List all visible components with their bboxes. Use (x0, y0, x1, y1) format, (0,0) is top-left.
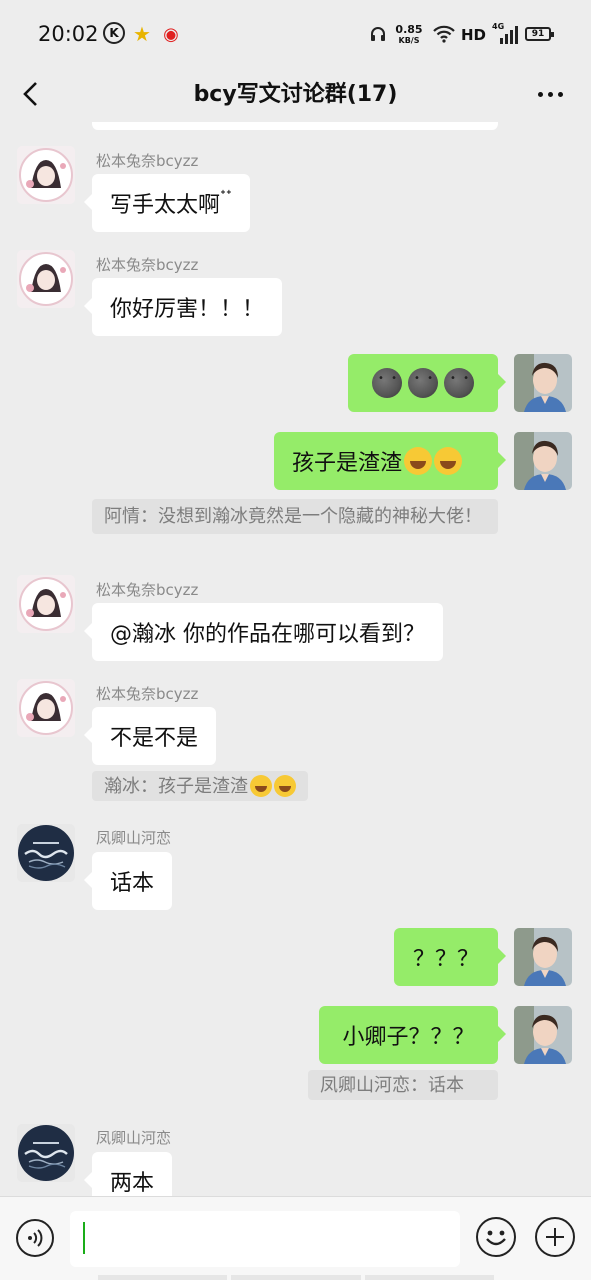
message-bubble[interactable]: 你好厉害！！！ (83, 278, 283, 336)
avatar-songben[interactable] (17, 575, 75, 633)
quoted-message[interactable]: 凤卿山河恋：话本 (308, 1070, 498, 1100)
headset-icon (368, 22, 388, 46)
sender-name: 凤卿山河恋 (96, 1129, 172, 1147)
signal-icon: 4G (492, 22, 518, 44)
previous-message-bubble (92, 122, 498, 130)
avatar-self[interactable] (514, 432, 572, 490)
message-input[interactable] (70, 1211, 460, 1267)
signal-label: 4G (492, 22, 505, 31)
bottom-tabs (98, 1275, 494, 1280)
message-bubble[interactable]: @瀚冰 你的作品在哪可以看到？ (84, 603, 443, 661)
network-speed: 0.85 KB/S (394, 24, 424, 46)
avatar-self[interactable] (514, 928, 572, 986)
message-text: ？？？ (412, 947, 479, 972)
message-bubble-self[interactable] (348, 354, 506, 412)
sender-name: 松本兔奈bcyzz (96, 685, 199, 703)
message-bubble[interactable]: 写手太太啊 ᐩᐩ (84, 174, 250, 232)
more-icon[interactable] (530, 74, 570, 114)
chat-header: bcy写文讨论群(17) (0, 66, 591, 122)
chat-area[interactable]: 松本兔奈bcyzz 写手太太啊ᐩᐩ 松本兔奈bcyzz 你好厉害！！！ 孩子是渣… (0, 122, 591, 1196)
new-moon-face-emoji (408, 368, 438, 398)
smile-icon[interactable] (476, 1217, 516, 1257)
quoted-message[interactable]: 阿情：没想到瀚冰竟然是一个隐藏的神秘大佬！ (92, 499, 498, 534)
message-bubble-self[interactable]: 孩子是渣渣 (274, 432, 506, 490)
message-text: 两本 (110, 1171, 155, 1196)
message-text: 写手太太啊 (110, 193, 221, 218)
message-text: 话本 (110, 871, 155, 896)
message-text: 不是不是 (110, 726, 199, 751)
message-text: @瀚冰 你的作品在哪可以看到？ (110, 622, 425, 647)
hd-indicator: HD (461, 26, 487, 44)
rolling-laughing-emoji (404, 447, 433, 475)
page-title: bcy写文讨论群(17) (193, 82, 398, 107)
avatar-fengqing[interactable] (17, 824, 75, 882)
avatar-songben[interactable] (17, 679, 75, 737)
rolling-laughing-emoji (250, 775, 272, 797)
text-caret (83, 1222, 85, 1254)
message-bubble[interactable]: 两本 (83, 1152, 173, 1196)
new-moon-face-emoji (444, 368, 474, 398)
avatar-songben[interactable] (17, 146, 75, 204)
message-bubble-self[interactable]: 小卿子？？？ (319, 1006, 506, 1064)
battery-icon: 91 (525, 27, 554, 41)
voice-icon[interactable] (16, 1219, 54, 1257)
message-bubble[interactable]: 话本 (83, 852, 173, 910)
weibo-icon: ◉ (163, 23, 179, 45)
message-text: 你好厉害！！！ (110, 297, 265, 322)
quoted-message[interactable]: 瀚冰：孩子是渣渣 (92, 771, 308, 801)
star-icon: ★ (133, 22, 151, 46)
message-bubble[interactable]: 不是不是 (83, 707, 217, 765)
k-icon: K (103, 22, 125, 44)
new-moon-face-emoji (372, 368, 402, 398)
quote-text: 瀚冰：孩子是渣渣 (104, 775, 248, 797)
rolling-laughing-emoji (434, 447, 463, 475)
avatar-self[interactable] (514, 354, 572, 412)
sender-name: 松本兔奈bcyzz (96, 581, 199, 599)
quote-text: 凤卿山河恋：话本 (320, 1074, 464, 1096)
speed-unit: KB/S (398, 36, 420, 45)
rolling-laughing-emoji (274, 775, 296, 797)
plus-icon[interactable] (535, 1217, 575, 1257)
sender-name: 松本兔奈bcyzz (96, 152, 199, 170)
message-text: 小卿子？？？ (342, 1025, 475, 1050)
wifi-icon (432, 22, 456, 46)
input-bar (0, 1196, 591, 1280)
message-text: 孩子是渣渣 (292, 451, 403, 476)
avatar-fengqing[interactable] (17, 1124, 75, 1182)
status-time: 20:02 (38, 22, 99, 46)
avatar-self[interactable] (514, 1006, 572, 1064)
sender-name: 松本兔奈bcyzz (96, 256, 199, 274)
message-bubble-self[interactable]: ？？？ (394, 928, 506, 986)
status-bar: 20:02 K ★ ◉ 0.85 KB/S HD 4G 91 (0, 0, 591, 66)
avatar-songben[interactable] (17, 250, 75, 308)
sender-name: 凤卿山河恋 (96, 829, 172, 847)
message-suffix: ᐩᐩ (220, 186, 232, 204)
